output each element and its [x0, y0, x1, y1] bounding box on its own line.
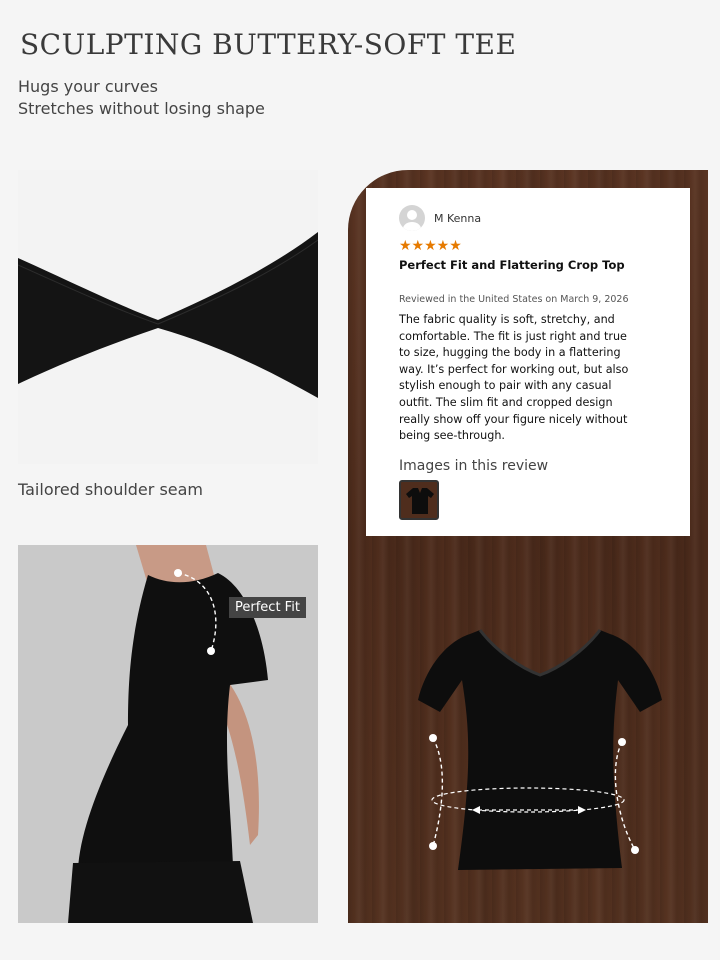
review-card: M Kenna ★★★★★ Perfect Fit and Flattering… [366, 188, 690, 536]
seam-caption: Tailored shoulder seam [18, 480, 204, 499]
tee-graphic [418, 629, 662, 870]
reviewer-name: M Kenna [434, 211, 482, 225]
avatar-icon [399, 205, 425, 231]
seam-fabric-graphic [18, 170, 318, 464]
images-heading: Images in this review [399, 457, 549, 474]
subtitle-line-2: Stretches without losing shape [18, 99, 265, 118]
perfect-fit-label: Perfect Fit [229, 597, 306, 618]
review-title: Perfect Fit and Flattering Crop Top [399, 258, 625, 272]
shoulder-seam-image [18, 170, 318, 464]
subtitle-line-1: Hugs your curves [18, 77, 158, 96]
review-image-thumbnail[interactable] [399, 479, 439, 520]
tee-product-image [400, 620, 680, 890]
review-meta: Reviewed in the United States on March 9… [399, 294, 629, 305]
star-rating-icon: ★★★★★ [399, 238, 462, 254]
subtitle: Hugs your curves Stretches without losin… [18, 76, 265, 120]
reviewer-row: M Kenna [399, 204, 676, 232]
tee-thumbnail-icon [406, 487, 434, 514]
review-body: The fabric quality is soft, stretchy, an… [399, 313, 629, 443]
page-title: SCULPTING BUTTERY-SOFT TEE [20, 28, 517, 61]
